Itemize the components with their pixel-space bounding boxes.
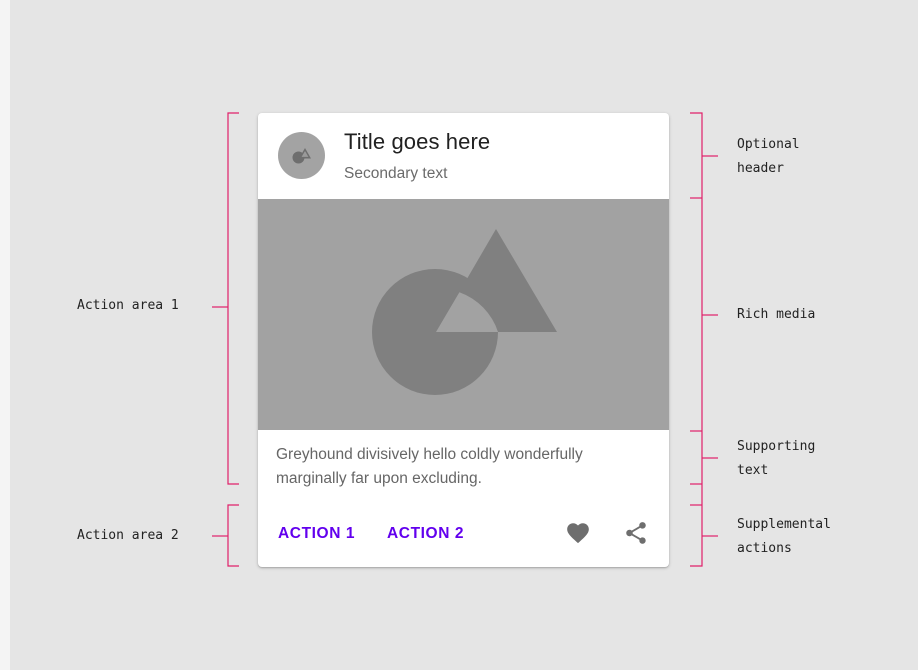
label-rich-media: Rich media [737,307,816,322]
label-optional-header: Optional header [737,133,800,181]
action-2-button[interactable]: ACTION 2 [387,525,464,543]
bracket-action-area-1 [227,112,239,485]
label-supplemental-actions-line1: Supplemental [737,517,831,532]
favorite-icon[interactable] [565,520,591,546]
avatar-shapes-icon [292,148,311,164]
card-secondary-text: Secondary text [344,165,448,182]
label-action-area-1: Action area 1 [77,298,179,313]
action-1-button[interactable]: ACTION 1 [278,525,355,543]
label-supporting-text: Supporting text [737,435,815,483]
supporting-text: Greyhound divisively hello coldly wonder… [276,446,583,487]
label-supporting-text-line1: Supporting [737,439,816,454]
bracket-action-area-2 [227,504,239,567]
card[interactable]: Title goes here Secondary text Greyhound… [258,113,669,567]
avatar [278,132,325,179]
share-icon[interactable] [623,520,649,546]
label-supplemental-actions-line2: actions [737,541,792,556]
media-shapes-illustration [372,229,557,395]
card-title: Title goes here [344,129,491,154]
label-supplemental-actions: Supplemental actions [737,513,831,561]
label-optional-header-line1: Optional [737,137,800,152]
label-action-area-2: Action area 2 [77,528,179,543]
label-supporting-text-line2: text [737,463,769,478]
bracket-right-main [690,112,703,567]
rich-media [258,199,669,430]
label-optional-header-line2: header [737,161,784,176]
